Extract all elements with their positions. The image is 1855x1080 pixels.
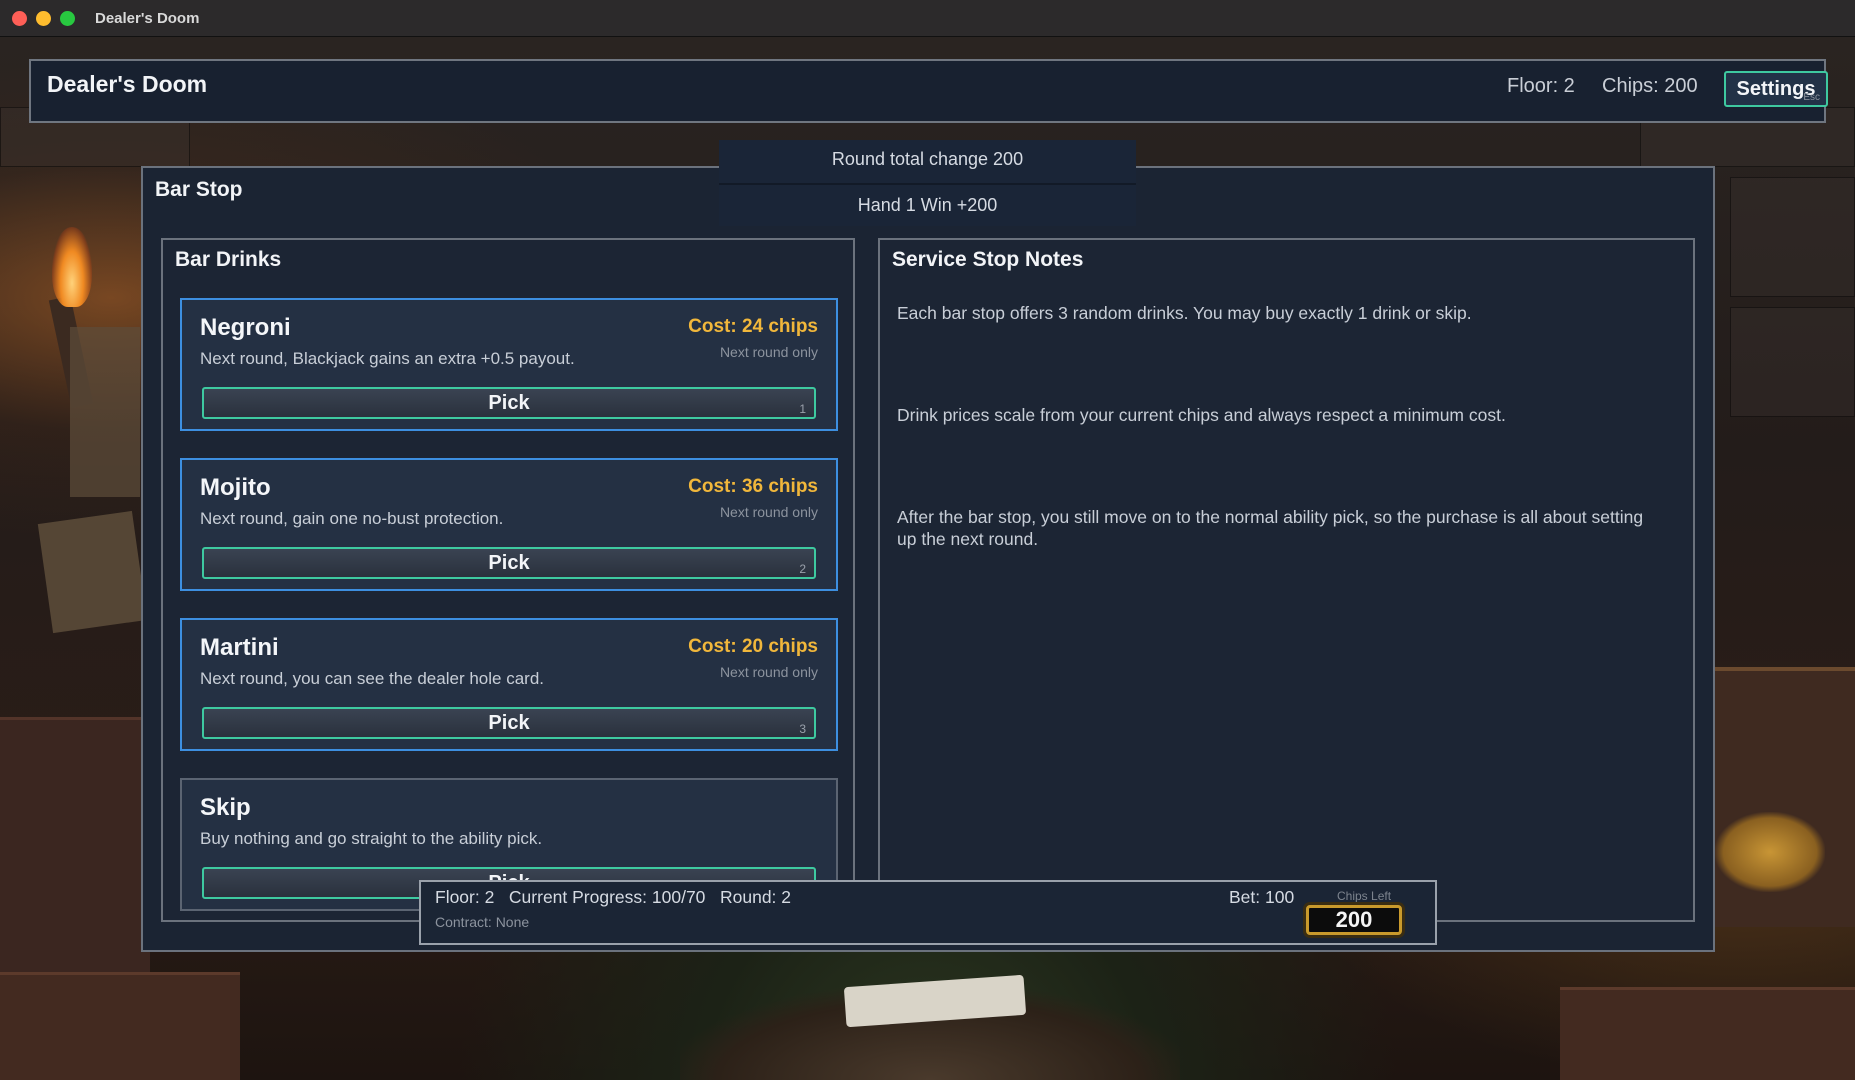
crate-icon bbox=[0, 972, 240, 1080]
bar-stop-title: Bar Stop bbox=[155, 178, 243, 201]
drink-description: Next round, gain one no-bust protection. bbox=[200, 509, 504, 528]
note-text: Drink prices scale from your current chi… bbox=[897, 405, 1506, 425]
close-window-button[interactable] bbox=[12, 10, 27, 26]
torch-flame-icon bbox=[52, 227, 92, 307]
drink-cost: Cost: 20 chips bbox=[688, 636, 818, 657]
skip-name: Skip bbox=[200, 794, 251, 821]
pick-button-label: Pick bbox=[488, 711, 530, 734]
contract-status: Contract: None bbox=[435, 914, 530, 930]
note-text: Each bar stop offers 3 random drinks. Yo… bbox=[897, 303, 1472, 323]
drink-cost: Cost: 36 chips bbox=[688, 476, 818, 497]
pick-negroni-button[interactable]: Pick 1 bbox=[202, 387, 816, 419]
drink-name: Mojito bbox=[200, 474, 271, 501]
service-stop-notes-panel: Service Stop Notes Each bar stop offers … bbox=[878, 238, 1695, 922]
round-total-change: Round total change 200 bbox=[831, 149, 1024, 169]
round-result-toast: Round total change 200 Hand 1 Win +200 bbox=[719, 140, 1136, 226]
bar-drinks-panel: Bar Drinks Negroni Next round, Blackjack… bbox=[161, 238, 855, 922]
minimize-window-button[interactable] bbox=[36, 10, 51, 26]
skip-description: Buy nothing and go straight to the abili… bbox=[200, 829, 543, 848]
window-controls bbox=[12, 10, 75, 26]
game-title: Dealer's Doom bbox=[47, 71, 208, 97]
wall-map-icon bbox=[70, 327, 140, 497]
drink-duration: Next round only bbox=[719, 504, 818, 520]
drink-cost: Cost: 24 chips bbox=[688, 316, 818, 337]
pick-button-label: Pick bbox=[488, 551, 530, 574]
chips-indicator: Chips: 200 bbox=[1602, 75, 1698, 97]
settings-shortcut-hint: Esc bbox=[1803, 92, 1820, 103]
drink-duration: Next round only bbox=[719, 664, 818, 680]
toast-divider bbox=[719, 183, 1136, 185]
note-text: After the bar stop, you still move on to… bbox=[897, 507, 1644, 549]
drink-description: Next round, you can see the dealer hole … bbox=[200, 669, 544, 688]
drink-card-martini: Martini Next round, you can see the deal… bbox=[180, 618, 838, 751]
settings-button[interactable]: Settings Esc bbox=[1724, 71, 1828, 107]
bet-amount: Bet: 100 bbox=[1229, 887, 1295, 907]
drink-description: Next round, Blackjack gains an extra +0.… bbox=[200, 349, 575, 368]
pick-shortcut-key: 1 bbox=[799, 402, 806, 416]
window-title: Dealer's Doom bbox=[95, 9, 200, 27]
drink-name: Martini bbox=[200, 634, 279, 661]
pick-shortcut-key: 2 bbox=[799, 562, 806, 576]
pick-button-label: Pick bbox=[488, 391, 530, 414]
pick-mojito-button[interactable]: Pick 2 bbox=[202, 547, 816, 579]
drink-card-negroni: Negroni Next round, Blackjack gains an e… bbox=[180, 298, 838, 431]
status-bar: Floor: 2 Current Progress: 100/70 Round:… bbox=[419, 880, 1437, 945]
zoom-window-button[interactable] bbox=[60, 10, 75, 26]
drink-duration: Next round only bbox=[719, 344, 818, 360]
bar-drinks-heading: Bar Drinks bbox=[175, 248, 282, 271]
chips-left-counter: 200 bbox=[1306, 905, 1402, 935]
pick-shortcut-key: 3 bbox=[799, 722, 806, 736]
wall-map-icon bbox=[37, 510, 148, 634]
coin-pile-icon bbox=[1715, 812, 1825, 892]
floor-indicator: Floor: 2 bbox=[1507, 75, 1575, 97]
notes-heading: Service Stop Notes bbox=[892, 248, 1084, 271]
progress-summary: Floor: 2 Current Progress: 100/70 Round:… bbox=[435, 887, 792, 907]
chips-left-label: Chips Left bbox=[1337, 889, 1392, 903]
drink-card-mojito: Mojito Next round, gain one no-bust prot… bbox=[180, 458, 838, 591]
pick-martini-button[interactable]: Pick 3 bbox=[202, 707, 816, 739]
drink-name: Negroni bbox=[200, 314, 291, 341]
hand-result: Hand 1 Win +200 bbox=[857, 195, 998, 215]
crate-icon bbox=[1560, 987, 1855, 1080]
window-titlebar: Dealer's Doom bbox=[0, 0, 1855, 37]
game-header: Dealer's Doom Floor: 2 Chips: 200 Settin… bbox=[29, 59, 1828, 123]
